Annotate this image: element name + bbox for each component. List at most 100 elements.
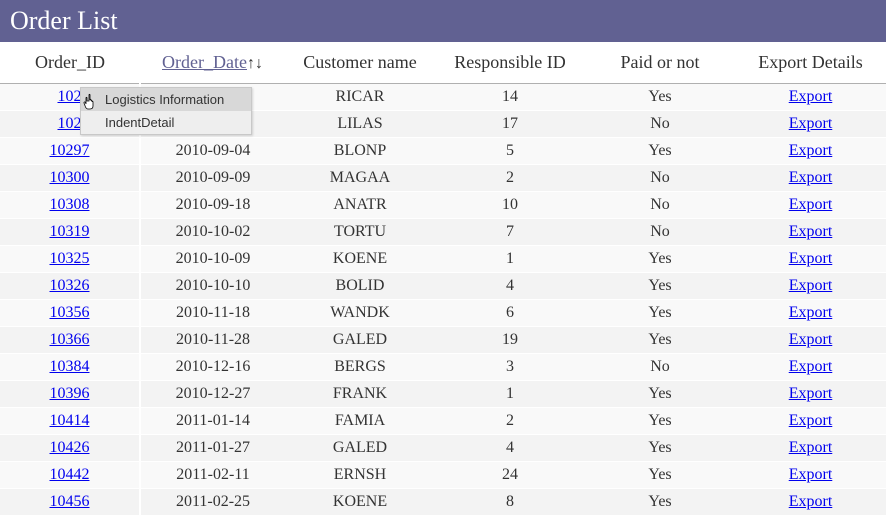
responsible-cell: 4 <box>435 273 585 300</box>
order-date-cell: 2011-01-27 <box>140 435 285 462</box>
responsible-cell: 5 <box>435 138 585 165</box>
sort-arrows-icon: ↑↓ <box>247 55 263 72</box>
order-date-cell: 2011-02-11 <box>140 462 285 489</box>
export-link[interactable]: Export <box>789 142 833 159</box>
paid-cell: No <box>585 165 735 192</box>
table-row: 10396 2010-12-27FRANK1Yes Export <box>0 381 886 408</box>
col-header-responsible[interactable]: Responsible ID <box>435 42 585 84</box>
order-id-link[interactable]: 10456 <box>50 493 90 510</box>
table-row: 103562010-11-18WANDK6YesExport <box>0 300 886 327</box>
export-link[interactable]: Export <box>789 169 833 186</box>
table-row: 103842010-12-16BERGS3NoExport <box>0 354 886 381</box>
customer-cell: BOLID <box>285 273 435 300</box>
customer-cell: GALED <box>285 327 435 354</box>
order-id-link[interactable]: 10442 <box>50 466 90 483</box>
table-row: 103192010-10-02TORTU7NoExport <box>0 219 886 246</box>
order-id-link[interactable]: 10300 <box>50 169 90 186</box>
col-header-export: Export Details <box>735 42 886 84</box>
order-id-link[interactable]: 10356 <box>50 304 90 321</box>
paid-cell: No <box>585 192 735 219</box>
responsible-cell: 14 <box>435 84 585 111</box>
table-row: 103662010-11-28GALED19YesExport <box>0 327 886 354</box>
table-row: 10456 2011-02-25KOENE8Yes Export <box>0 489 886 516</box>
order-id-link[interactable]: 10325 <box>50 250 90 267</box>
customer-cell: KOENE <box>285 246 435 273</box>
order-date-cell: 2010-12-16 <box>140 354 285 381</box>
order-id-link[interactable]: 10366 <box>50 331 90 348</box>
export-link[interactable]: Export <box>789 223 833 240</box>
col-header-order-id[interactable]: Order_ID <box>0 42 140 84</box>
responsible-cell: 24 <box>435 462 585 489</box>
order-id-link[interactable]: 10414 <box>50 412 90 429</box>
customer-cell: BERGS <box>285 354 435 381</box>
table-row: 104422011-02-11ERNSH24YesExport <box>0 462 886 489</box>
responsible-cell: 8 <box>435 489 585 516</box>
responsible-cell: 7 <box>435 219 585 246</box>
responsible-cell: 17 <box>435 111 585 138</box>
paid-cell: Yes <box>585 138 735 165</box>
order-id-link[interactable]: 102 <box>58 88 82 105</box>
responsible-cell: 2 <box>435 408 585 435</box>
col-header-customer[interactable]: Customer name <box>285 42 435 84</box>
table-row: 103002010-09-09MAGAA2NoExport <box>0 165 886 192</box>
customer-cell: TORTU <box>285 219 435 246</box>
paid-cell: Yes <box>585 435 735 462</box>
order-date-cell: 2011-02-25 <box>140 489 285 516</box>
order-id-link[interactable]: 10319 <box>50 223 90 240</box>
order-id-link[interactable]: 10384 <box>50 358 90 375</box>
order-date-cell: 2010-10-02 <box>140 219 285 246</box>
table-row: 10297 2010-09-04BLONP5Yes Export <box>0 138 886 165</box>
order-date-cell: 2010-09-04 <box>140 138 285 165</box>
export-link[interactable]: Export <box>789 331 833 348</box>
paid-cell: Yes <box>585 489 735 516</box>
customer-cell: BLONP <box>285 138 435 165</box>
customer-cell: KOENE <box>285 489 435 516</box>
table-row: 104262011-01-27GALED4YesExport <box>0 435 886 462</box>
export-link[interactable]: Export <box>789 385 833 402</box>
sort-link-order-date[interactable]: Order_Date <box>162 52 247 72</box>
table-row: 103082010-09-18ANATR10NoExport <box>0 192 886 219</box>
export-link[interactable]: Export <box>789 115 833 132</box>
order-id-link[interactable]: 10426 <box>50 439 90 456</box>
responsible-cell: 1 <box>435 381 585 408</box>
customer-cell: WANDK <box>285 300 435 327</box>
col-header-order-date[interactable]: Order_Date↑↓ <box>140 42 285 84</box>
order-id-link[interactable]: 10297 <box>50 142 90 159</box>
export-link[interactable]: Export <box>789 412 833 429</box>
context-menu-item-logistics[interactable]: Logistics Information <box>81 88 251 111</box>
paid-cell: Yes <box>585 327 735 354</box>
customer-cell: FRANK <box>285 381 435 408</box>
export-link[interactable]: Export <box>789 466 833 483</box>
paid-cell: Yes <box>585 408 735 435</box>
order-id-link[interactable]: 10396 <box>50 385 90 402</box>
order-date-cell: 2010-12-27 <box>140 381 285 408</box>
paid-cell: Yes <box>585 381 735 408</box>
export-link[interactable]: Export <box>789 304 833 321</box>
responsible-cell: 1 <box>435 246 585 273</box>
export-link[interactable]: Export <box>789 250 833 267</box>
export-link[interactable]: Export <box>789 277 833 294</box>
export-link[interactable]: Export <box>789 196 833 213</box>
export-link[interactable]: Export <box>789 439 833 456</box>
customer-cell: ERNSH <box>285 462 435 489</box>
responsible-cell: 19 <box>435 327 585 354</box>
order-date-cell: 2010-09-09 <box>140 165 285 192</box>
export-link[interactable]: Export <box>789 493 833 510</box>
export-link[interactable]: Export <box>789 358 833 375</box>
order-id-link[interactable]: 10308 <box>50 196 90 213</box>
paid-cell: Yes <box>585 273 735 300</box>
responsible-cell: 2 <box>435 165 585 192</box>
export-link[interactable]: Export <box>789 88 833 105</box>
paid-cell: Yes <box>585 84 735 111</box>
responsible-cell: 4 <box>435 435 585 462</box>
table-body: 102RICAR14YesExport102LILAS17NoExport102… <box>0 84 886 516</box>
context-menu: Logistics Information IndentDetail <box>80 87 252 135</box>
responsible-cell: 6 <box>435 300 585 327</box>
order-id-link[interactable]: 102 <box>58 115 82 132</box>
order-id-link[interactable]: 10326 <box>50 277 90 294</box>
responsible-cell: 10 <box>435 192 585 219</box>
col-header-paid[interactable]: Paid or not <box>585 42 735 84</box>
context-menu-item-indent[interactable]: IndentDetail <box>81 111 251 134</box>
customer-cell: FAMIA <box>285 408 435 435</box>
customer-cell: ANATR <box>285 192 435 219</box>
